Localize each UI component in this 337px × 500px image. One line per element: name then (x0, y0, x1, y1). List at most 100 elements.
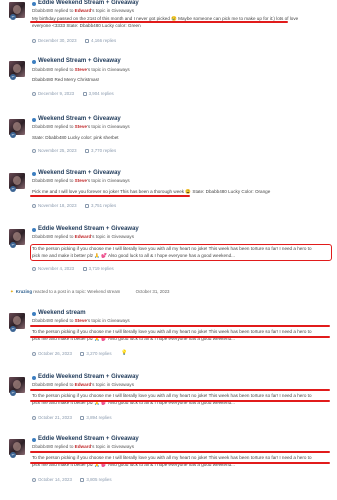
activity-item: ↩ Weekend Stream + Giveaway Dbabb480 rep… (0, 170, 337, 216)
clock-icon (32, 477, 36, 482)
author-link[interactable]: Dbabb480 (32, 234, 53, 239)
activity-item: ↩ Eddie Weekend Stream + Giveaway Dbabb4… (0, 0, 337, 52)
post-date[interactable]: December 30, 2023 (38, 38, 77, 43)
activity-item: ↩ Eddie Weekend Stream + Giveaway Dbabb4… (0, 226, 337, 278)
post-snippet[interactable]: To the person picking if you choose me I… (32, 392, 332, 406)
post-meta: October 21, 2023 3,894 replies (32, 415, 112, 421)
post-snippet[interactable]: State: Dbabb480 Lucky color: pink sherbe… (32, 134, 332, 141)
comment-icon (82, 266, 87, 271)
post-meta: November 18, 2023 3,751 replies (32, 203, 116, 209)
topic-owner-link[interactable]: Steve (75, 178, 87, 183)
topic-title[interactable]: Eddie Weekend Stream + Giveaway (38, 226, 139, 234)
topic-owner-link[interactable]: Edward (75, 382, 92, 387)
clock-icon (32, 266, 36, 271)
unread-dot (32, 118, 36, 122)
post-snippet[interactable]: To the person picking if you choose me I… (32, 454, 332, 468)
comment-icon (85, 38, 90, 43)
topic-owner-link[interactable]: Edward (75, 444, 92, 449)
post-meta: December 9, 2023 3,904 replies (32, 91, 114, 97)
topic-title[interactable]: Weekend Stream + Giveaway (38, 116, 121, 124)
topic-owner-link[interactable]: Edward (75, 234, 92, 239)
unread-dot (32, 228, 36, 232)
lightbulb-icon: 💡 (121, 350, 128, 356)
highlight-underline (30, 195, 190, 197)
topic-title[interactable]: Weekend Stream + Giveaway (38, 58, 121, 66)
activity-item: ↩ Weekend Stream + Giveaway Dbabb480 rep… (0, 58, 337, 104)
comment-icon (80, 415, 85, 420)
topic-owner-link[interactable]: Steve (75, 318, 87, 323)
clock-icon (32, 91, 36, 96)
reply-icon: ↩ (10, 390, 16, 396)
author-link[interactable]: Dbabb480 (32, 8, 53, 13)
comment-icon (85, 148, 90, 153)
reaction-text[interactable]: reacted to a post in a topic: Weekend st… (33, 289, 120, 294)
post-snippet[interactable]: Dbabb480 Red Merry Christmas! (32, 76, 332, 83)
author-link[interactable]: Dbabb480 (32, 67, 53, 72)
topic-title[interactable]: Weekend stream (38, 310, 86, 318)
reply-count: 3,719 replies (88, 266, 114, 271)
reply-icon: ↩ (10, 326, 16, 332)
highlight-underline (30, 336, 330, 338)
post-date[interactable]: November 25, 2023 (38, 148, 77, 153)
comment-icon (80, 351, 85, 356)
post-date[interactable]: October 14, 2023 (38, 477, 72, 482)
post-date[interactable]: November 4, 2023 (38, 266, 74, 271)
post-meta: November 25, 2023 3,770 replies (32, 148, 116, 154)
topic-title[interactable]: Eddie Weekend Stream + Giveaway (38, 0, 139, 8)
activity-item: ↩ Eddie Weekend Stream + Giveaway Dbabb4… (0, 436, 337, 496)
topic-owner-link[interactable]: Steve (75, 67, 87, 72)
topic-title[interactable]: Eddie Weekend Stream + Giveaway (38, 374, 139, 382)
reply-count: 3,805 replies (86, 477, 112, 482)
clock-icon (32, 38, 36, 43)
topic-title[interactable]: Eddie Weekend Stream + Giveaway (38, 436, 139, 444)
post-date[interactable]: December 9, 2023 (38, 91, 74, 96)
activity-item: ↩ Eddie Weekend Stream + Giveaway Dbabb4… (0, 374, 337, 426)
unread-dot (32, 376, 36, 380)
author-link[interactable]: Dbabb480 (32, 318, 53, 323)
topic-owner-link[interactable]: Edward (75, 8, 92, 13)
byline: Dbabb480 replied to Steve's topic in Giv… (32, 67, 130, 72)
snippet-line: To the person picking if you choose me I… (32, 455, 312, 460)
reaction-date[interactable]: October 31, 2023 (136, 289, 170, 294)
reply-icon: ↩ (10, 452, 16, 458)
author-link[interactable]: Dbabb480 (32, 444, 53, 449)
snippet-line: Dbabb480 Red Merry Christmas! (32, 77, 100, 82)
author-link[interactable]: Dbabb480 (32, 124, 53, 129)
reply-icon: ↩ (10, 132, 16, 138)
author-link[interactable]: Dbabb480 (32, 178, 53, 183)
highlight-underline (30, 325, 330, 327)
post-date[interactable]: October 21, 2023 (38, 415, 72, 420)
post-snippet[interactable]: Pick me and I will love you forever no j… (32, 188, 332, 195)
highlight-underline (30, 389, 330, 391)
post-snippet[interactable]: To the person picking if you choose me I… (32, 328, 332, 342)
comment-icon (80, 477, 85, 482)
byline: Dbabb480 replied to Steve's topic in Giv… (32, 318, 130, 323)
unread-dot (32, 172, 36, 176)
reply-icon: ↩ (10, 242, 16, 248)
clock-icon (32, 351, 36, 356)
topic-title[interactable]: Weekend Stream + Giveaway (38, 170, 121, 178)
reaction-item: ✦ Kruzing reacted to a post in a topic: W… (10, 289, 170, 295)
reply-count: 3,751 replies (91, 203, 117, 208)
reactor-link[interactable]: Kruzing (16, 289, 32, 294)
unread-dot (32, 312, 36, 316)
clock-icon (32, 148, 36, 153)
byline: Dbabb480 replied to Edward's topic in Gi… (32, 382, 135, 387)
star-icon: ✦ (10, 289, 14, 294)
comment-icon (85, 203, 90, 208)
clock-icon (32, 203, 36, 208)
reply-count: 3,270 replies (86, 351, 112, 356)
topic-owner-link[interactable]: Steve (75, 124, 87, 129)
activity-feed: ↩ Eddie Weekend Stream + Giveaway Dbabb4… (0, 0, 337, 500)
snippet-line: Pick me and I will love you forever no j… (32, 189, 271, 194)
byline: Dbabb480 replied to Edward's topic in Gi… (32, 8, 135, 13)
post-date[interactable]: October 26, 2023 (38, 351, 72, 356)
reply-count: 3,904 replies (88, 91, 114, 96)
highlight-underline (30, 462, 330, 464)
snippet-line: To the person picking if you choose me I… (32, 393, 312, 398)
unread-dot (32, 438, 36, 442)
comment-icon (82, 91, 87, 96)
post-date[interactable]: November 18, 2023 (38, 203, 77, 208)
author-link[interactable]: Dbabb480 (32, 382, 53, 387)
highlight-underline (30, 400, 330, 402)
